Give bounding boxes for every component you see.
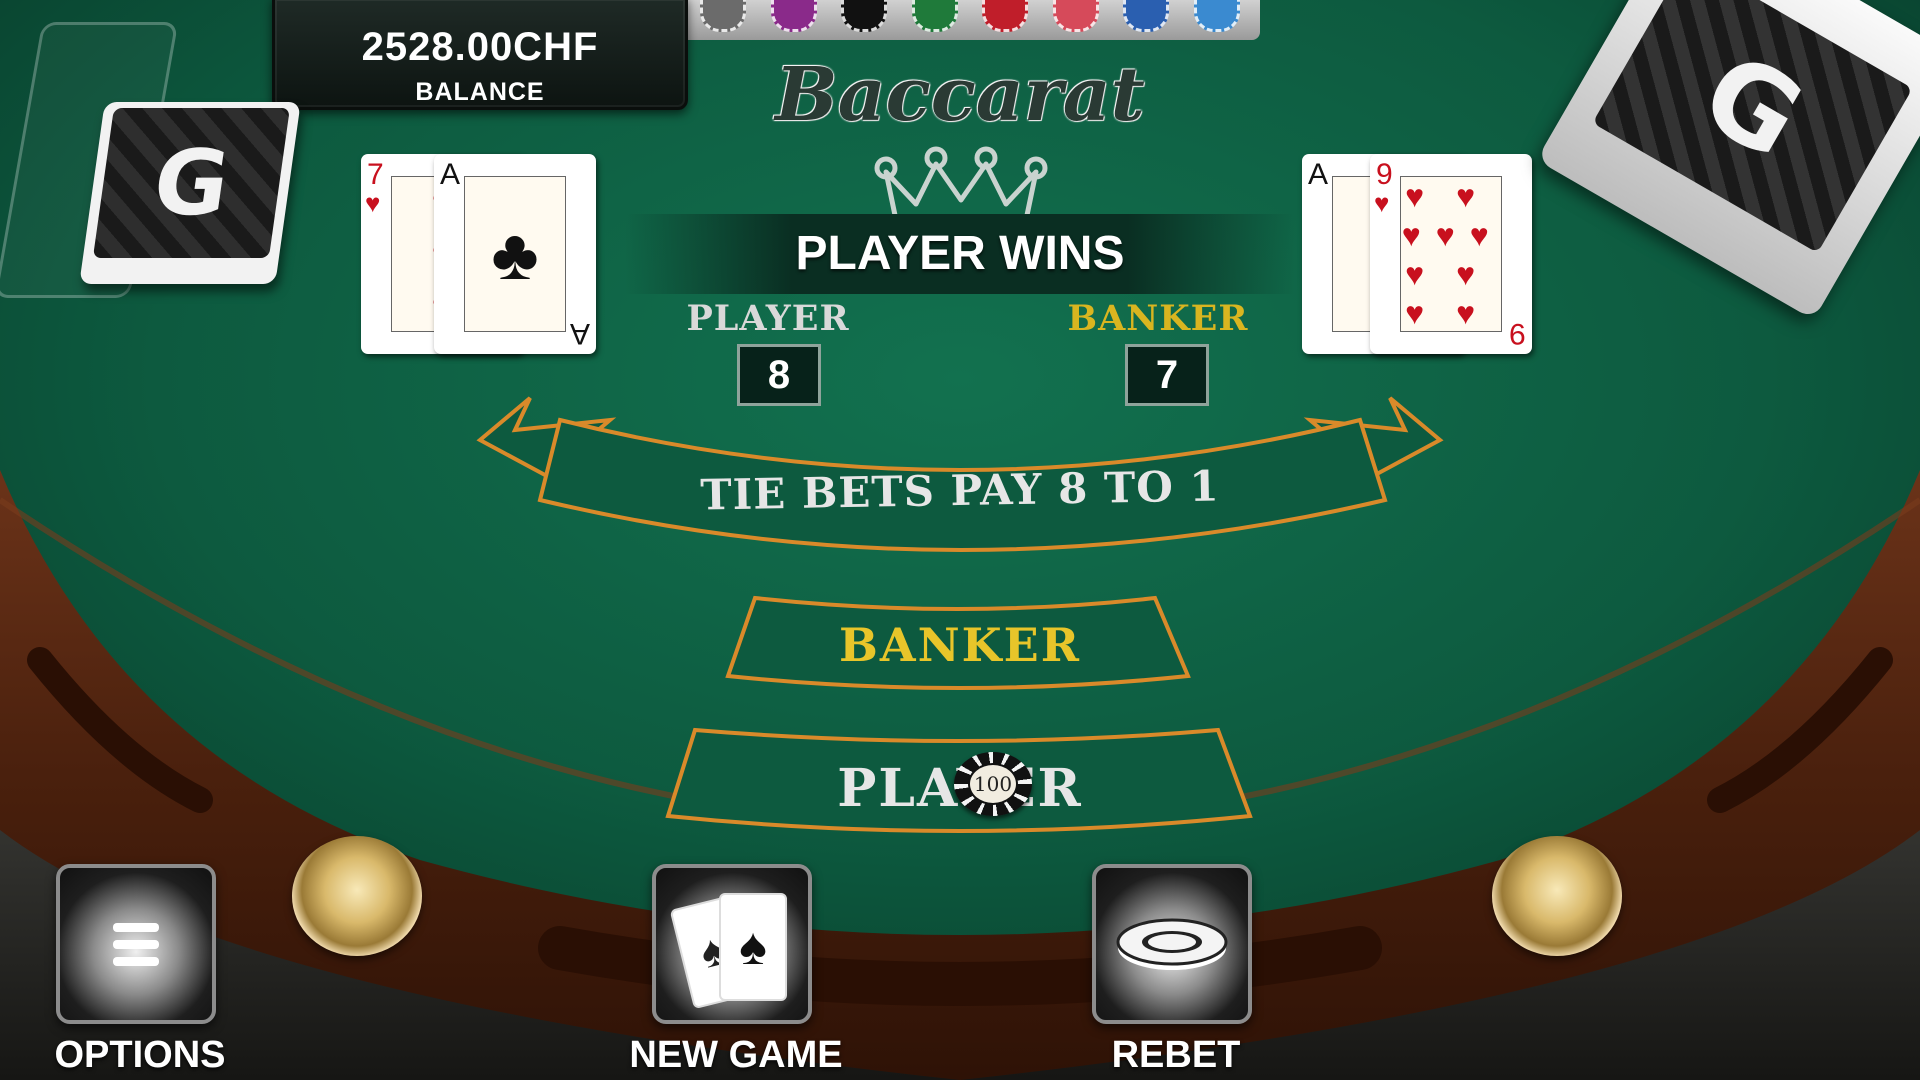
heart-icon: ♥ [1374,188,1390,218]
rack-chip [1193,0,1240,32]
options-label: OPTIONS [54,1034,226,1076]
club-icon: ♣ [491,215,539,295]
heart-icon: ♥ [365,188,381,218]
card-rank-bottom: A [569,317,590,350]
cup-holder [1492,836,1622,956]
banker-score: 7 [1125,344,1209,406]
card-rank: 9 [1376,158,1393,191]
options-button[interactable] [56,864,216,1024]
menu-icon [113,915,159,974]
balance-panel: 2528.00CHF BALANCE [272,0,688,110]
cup-holder [292,836,422,956]
balance-label: BALANCE [415,78,545,106]
new-game-button[interactable]: ♠ ♠ [652,864,812,1024]
player-card-2: A A ♣ [434,154,596,354]
rack-chip [1123,0,1170,32]
discard-deck: G [79,102,301,284]
rack-chip [700,0,747,32]
result-message: PLAYER WINS [625,214,1295,294]
rack-chip [1052,0,1099,32]
rebet-button[interactable] [1092,864,1252,1024]
banker-card-2: 9 ♥ 9 ♥ ♥ ♥ ♥ ♥ ♥ ♥ ♥ ♥ [1370,154,1532,354]
banker-bet-area[interactable]: BANKER [740,618,1180,672]
rack-chip [841,0,888,32]
rack-chip [911,0,958,32]
card-rank: A [1308,158,1329,191]
card-rank: A [440,158,461,191]
card-pips: ♥ ♥ ♥ ♥ ♥ ♥ ♥ ♥ ♥ [1401,177,1489,331]
game-logo: Baccarat [775,52,1145,138]
bet-chip-value: 100 [968,763,1018,805]
player-score: 8 [737,344,821,406]
card-rank: 7 [367,158,384,191]
cards-icon: ♠ ♠ [667,879,797,1010]
balance-amount: 2528.00CHF [361,25,599,69]
rack-chip [770,0,817,32]
chip-rack [680,0,1260,40]
deck-logo: G [92,108,290,258]
chip-icon [1116,918,1228,970]
card-rank-bottom: 9 [1509,317,1526,350]
rebet-label: REBET [1111,1034,1241,1076]
player-score-label: PLAYER [686,298,850,339]
crown-icon [874,146,1048,223]
new-game-label: NEW GAME [629,1034,843,1076]
bet-chip[interactable]: 100 [954,752,1032,816]
banker-score-label: BANKER [1067,298,1249,339]
rack-chip [982,0,1029,32]
